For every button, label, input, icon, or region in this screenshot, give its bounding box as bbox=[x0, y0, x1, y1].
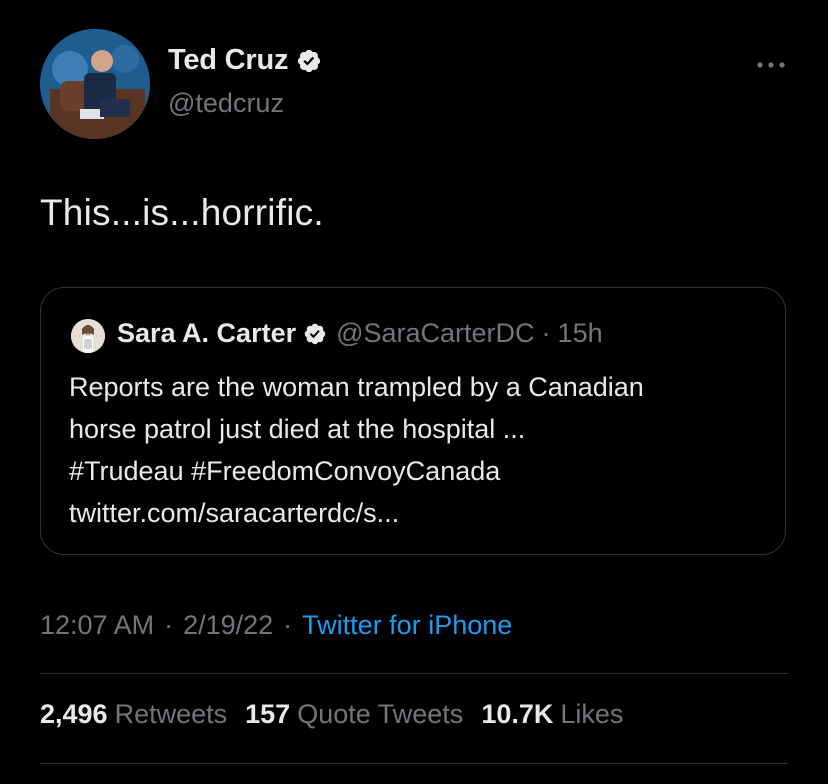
verified-badge-icon bbox=[296, 48, 322, 74]
likes-count[interactable]: 10.7K bbox=[481, 699, 553, 730]
quoted-tweet-header: Sara A. Carter @SaraCarterDC · 15h bbox=[117, 318, 603, 349]
quote-tweets-count[interactable]: 157 bbox=[245, 699, 290, 730]
quoted-tweet-body: Reports are the woman trampled by a Cana… bbox=[69, 366, 769, 534]
author-name[interactable]: Ted Cruz bbox=[168, 44, 289, 77]
meta-separator: · bbox=[164, 610, 174, 640]
quoted-author-name[interactable]: Sara A. Carter bbox=[117, 318, 296, 349]
tweet-time[interactable]: 12:07 AM bbox=[40, 610, 154, 641]
retweets-count[interactable]: 2,496 bbox=[40, 699, 108, 730]
meta-separator: · bbox=[283, 610, 293, 640]
tweet-source-link[interactable]: Twitter for iPhone bbox=[302, 610, 512, 641]
quoted-body-line: #Trudeau #FreedomConvoyCanada bbox=[69, 456, 501, 486]
tweet-date[interactable]: 2/19/22 bbox=[183, 610, 273, 641]
quoted-avatar-photo bbox=[71, 319, 105, 353]
author-handle[interactable]: @tedcruz bbox=[168, 88, 284, 119]
quoted-body-line: horse patrol just died at the hospital .… bbox=[69, 414, 526, 444]
divider bbox=[40, 673, 788, 674]
quoted-tweet-card[interactable]: Sara A. Carter @SaraCarterDC · 15h Repor… bbox=[40, 287, 786, 555]
tweet-meta: 12:07 AM · 2/19/22 · Twitter for iPhone bbox=[40, 610, 512, 641]
divider bbox=[40, 763, 788, 764]
quoted-verified-badge-icon bbox=[303, 322, 327, 346]
engagement-stats: 2,496 Retweets 157 Quote Tweets 10.7K Li… bbox=[40, 699, 641, 730]
quoted-timestamp[interactable]: 15h bbox=[558, 318, 603, 349]
more-options-icon[interactable] bbox=[754, 50, 788, 80]
tweet-text: This...is...horrific. bbox=[40, 192, 324, 233]
quoted-body-line: Reports are the woman trampled by a Cana… bbox=[69, 372, 644, 402]
author-avatar[interactable] bbox=[40, 29, 150, 139]
quoted-author-handle[interactable]: @SaraCarterDC bbox=[336, 318, 534, 349]
likes-label[interactable]: Likes bbox=[560, 699, 623, 730]
avatar-photo bbox=[40, 29, 150, 139]
author-name-row: Ted Cruz bbox=[168, 44, 322, 77]
retweets-label[interactable]: Retweets bbox=[115, 699, 228, 730]
quote-tweets-label[interactable]: Quote Tweets bbox=[297, 699, 463, 730]
quoted-separator: · bbox=[541, 318, 551, 348]
quoted-author-avatar[interactable] bbox=[71, 319, 105, 353]
quoted-body-line: twitter.com/saracarterdc/s... bbox=[69, 498, 400, 528]
